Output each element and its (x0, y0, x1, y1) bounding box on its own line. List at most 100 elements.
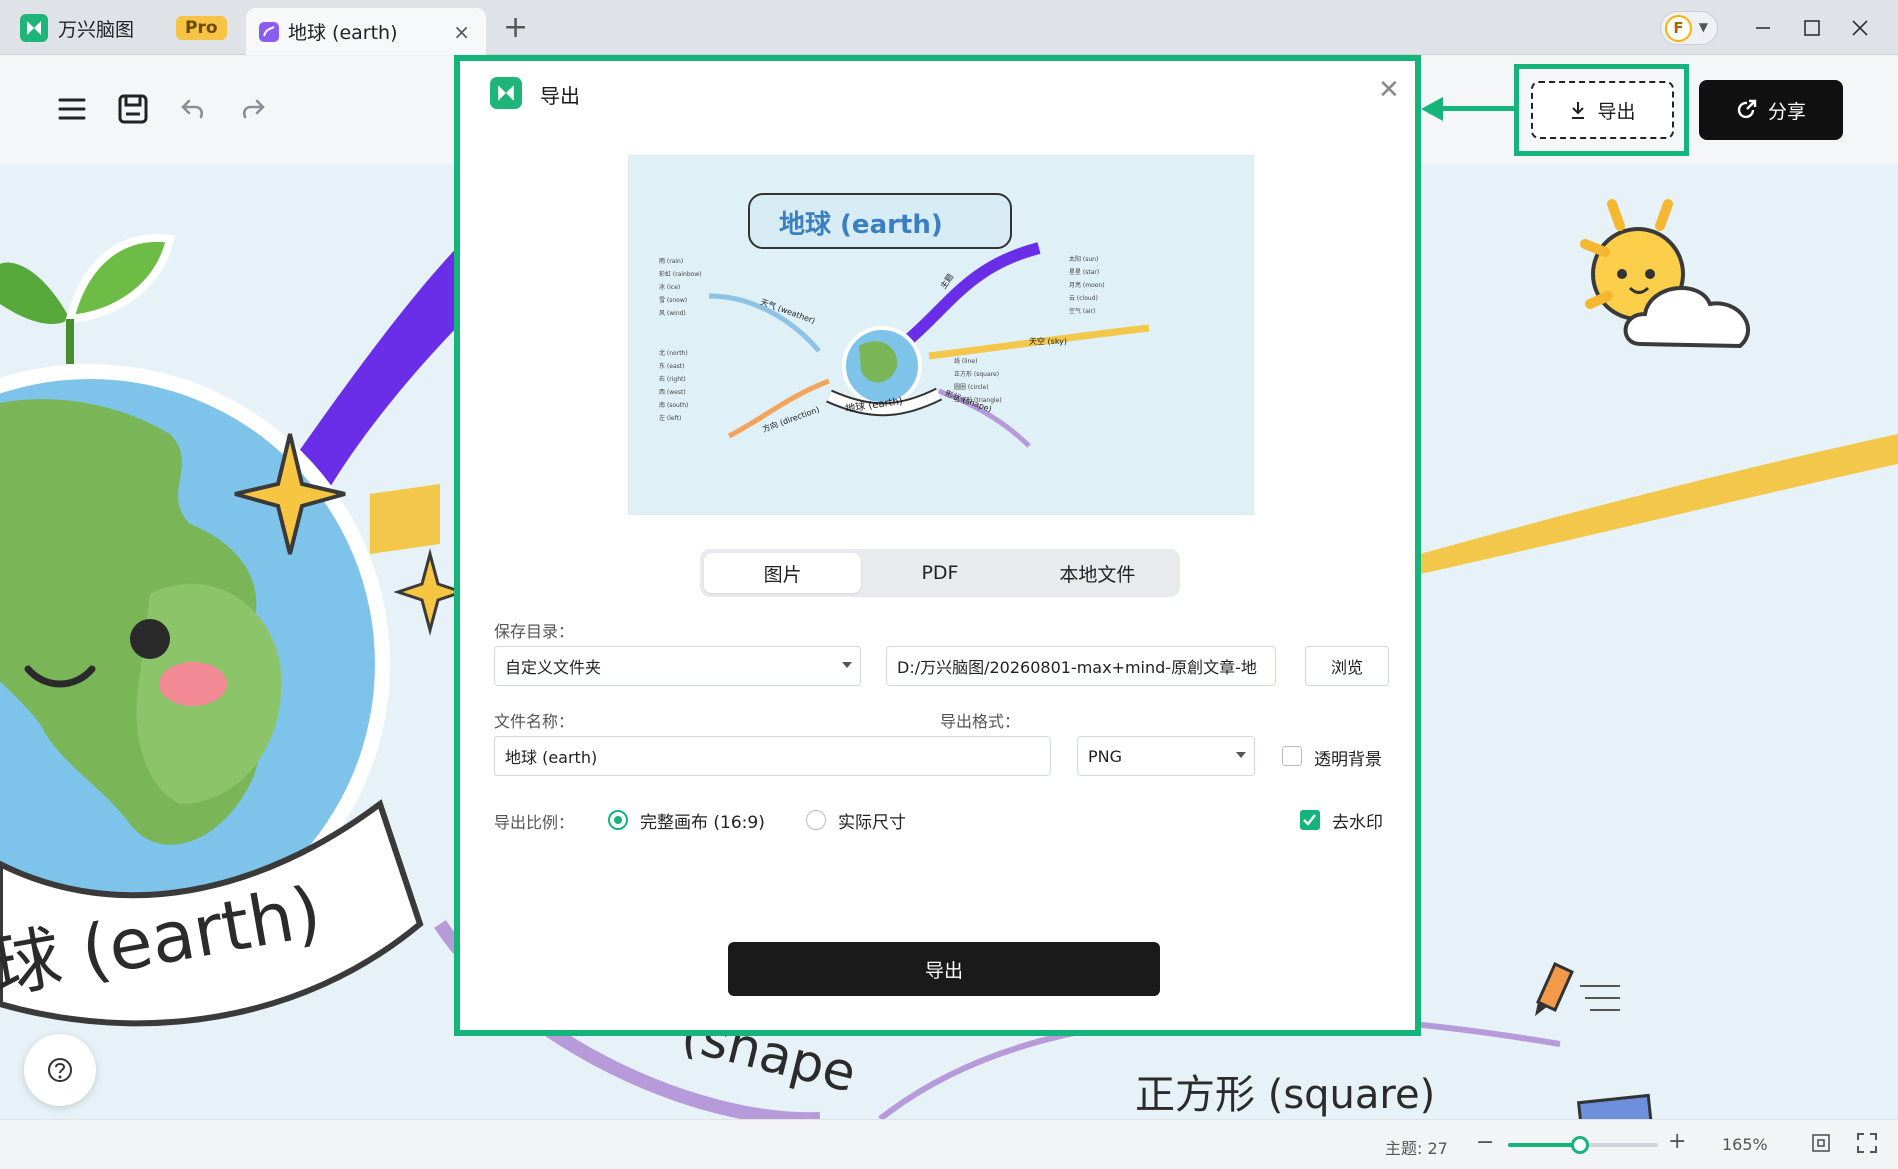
undo-button[interactable] (173, 89, 213, 129)
export-dialog-highlight-frame: 导出 ✕ 地球 (earth) 地球 (earth) 天气 (weather) … (454, 55, 1421, 1036)
pro-badge[interactable]: Pro (176, 16, 227, 40)
zoom-slider-fill (1508, 1143, 1580, 1147)
zoom-in-button[interactable]: + (1668, 1129, 1686, 1154)
ratio-actual-size-radio[interactable] (806, 810, 826, 830)
sprout-leaf-left (0, 262, 70, 324)
dialog-title: 导出 (540, 84, 580, 108)
save-path-value: D:/万兴脑图/20260801-max+mind-原創文章-地 (897, 658, 1257, 677)
tab-image[interactable]: 图片 (704, 553, 862, 593)
fit-view-button[interactable] (1810, 1132, 1832, 1158)
app-logo-icon (490, 77, 522, 109)
format-value: PNG (1088, 746, 1123, 766)
preview-leaf-item: 雨 (rain) (659, 258, 684, 265)
mindmap-doc-icon (259, 21, 279, 42)
title-bar: 万兴脑图 Pro 地球 (earth) × + F ▼ (0, 0, 1898, 55)
file-name-input[interactable]: 地球 (earth) (494, 736, 1051, 776)
export-highlight-frame (1514, 64, 1689, 156)
tab-pdf[interactable]: PDF (861, 553, 1018, 593)
fullscreen-button[interactable] (1856, 1132, 1878, 1158)
preview-leaf-item: 三角形 (triangle) (954, 397, 1002, 404)
tab-document[interactable]: 地球 (earth) × (246, 8, 486, 55)
save-button[interactable] (113, 89, 153, 129)
preview-leaf-item: 月亮 (moon) (1069, 282, 1105, 289)
format-label: 导出格式： (940, 712, 1021, 731)
preview-leaf-item: 风 (wind) (659, 310, 686, 317)
close-icon (1852, 20, 1868, 36)
format-select[interactable]: PNG (1077, 736, 1255, 776)
ratio-full-canvas-label: 完整画布 (16:9) (640, 813, 765, 833)
share-icon (1737, 99, 1757, 119)
preview-leaf-item: 线 (line) (954, 358, 978, 365)
transparent-bg-label: 透明背景 (1314, 750, 1382, 770)
remove-watermark-checkbox[interactable] (1300, 810, 1320, 830)
ratio-full-canvas-radio[interactable] (608, 810, 628, 830)
dialog-close-icon[interactable]: ✕ (1378, 75, 1400, 105)
fit-view-icon (1812, 1134, 1830, 1152)
save-dir-value: 自定义文件夹 (505, 658, 602, 677)
preview-leaf-item: 左 (left) (659, 415, 682, 422)
help-button[interactable] (24, 1034, 96, 1106)
preview-branch-sky: 天空 (sky) (1029, 337, 1068, 346)
tab-home[interactable]: 万兴脑图 Pro (20, 6, 227, 50)
export-confirm-button[interactable]: 导出 (728, 942, 1160, 996)
preview-leaf-item: 太阳 (sun) (1069, 256, 1099, 263)
undo-icon (181, 99, 204, 119)
save-dir-label: 保存目录： (494, 622, 575, 641)
sun-cloud-icon (1580, 199, 1751, 349)
browse-button[interactable]: 浏览 (1305, 646, 1389, 686)
help-icon (48, 1058, 72, 1082)
preview-leaf-item: 西 (west) (659, 389, 686, 396)
sprout-leaf-right (64, 233, 175, 324)
fullscreen-icon (1857, 1133, 1877, 1153)
yellow-stub (370, 484, 440, 554)
save-dir-select[interactable]: 自定义文件夹 (494, 646, 861, 686)
preview-leaf-item: 右 (right) (659, 376, 686, 383)
export-type-tabs: 图片 PDF 本地文件 (700, 549, 1180, 597)
yellow-branch (1420, 434, 1898, 574)
globe-cheek (159, 662, 227, 706)
dropdown-caret-icon (1236, 752, 1246, 758)
export-dialog: 导出 ✕ 地球 (earth) 地球 (earth) 天气 (weather) … (460, 61, 1415, 1030)
preview-title: 地球 (earth) (779, 210, 943, 240)
hamburger-menu-icon (58, 98, 86, 120)
file-name-label: 文件名称： (494, 712, 575, 731)
callout-arrow-head (1421, 97, 1443, 121)
maximize-button[interactable] (1794, 10, 1830, 46)
preview-leaf-item: 冰 (ice) (659, 284, 681, 291)
tab-close-icon[interactable]: × (453, 20, 470, 44)
preview-leaf-item: 圆圈 (circle) (954, 384, 989, 391)
preview-leaf-item: 南 (south) (659, 402, 689, 409)
dropdown-caret-icon (842, 662, 852, 668)
new-tab-button[interactable]: + (503, 10, 528, 46)
checkmark-icon (1303, 814, 1316, 826)
ratio-label: 导出比例： (494, 813, 575, 832)
tab-home-label: 万兴脑图 (58, 18, 135, 41)
chevron-down-icon: ▼ (1698, 20, 1708, 34)
preview-leaf-item: 正方形 (square) (954, 371, 1000, 378)
preview-leaf-item: 彩虹 (rainbow) (659, 271, 702, 278)
export-preview: 地球 (earth) 地球 (earth) 天气 (weather) 方向 (d… (628, 155, 1254, 515)
user-menu[interactable]: F ▼ (1660, 11, 1718, 45)
save-icon (118, 94, 148, 124)
minimize-button[interactable] (1745, 10, 1781, 46)
zoom-slider[interactable] (1508, 1136, 1658, 1154)
zoom-out-button[interactable]: − (1476, 1130, 1494, 1155)
tab-local-file[interactable]: 本地文件 (1019, 553, 1176, 593)
share-label: 分享 (1767, 100, 1806, 123)
save-path-field[interactable]: D:/万兴脑图/20260801-max+mind-原創文章-地 (886, 646, 1276, 686)
preview-leaf-item: 东 (east) (659, 363, 685, 370)
zoom-level: 165% (1722, 1135, 1768, 1154)
redo-button[interactable] (233, 89, 273, 129)
status-bar: 主题: 27 − + 165% (0, 1119, 1898, 1169)
menu-button[interactable] (52, 89, 92, 129)
preview-leaf-item: 云 (cloud) (1069, 295, 1098, 302)
remove-watermark-label: 去水印 (1332, 813, 1383, 833)
avatar: F (1665, 15, 1692, 42)
redo-icon (242, 99, 265, 119)
minimize-icon (1756, 27, 1770, 29)
share-button[interactable]: 分享 (1699, 80, 1843, 140)
close-window-button[interactable] (1842, 10, 1878, 46)
zoom-slider-thumb[interactable] (1571, 1136, 1589, 1154)
transparent-bg-checkbox[interactable] (1282, 746, 1302, 766)
canvas-label-square: 正方形 (square) (1135, 1072, 1436, 1118)
